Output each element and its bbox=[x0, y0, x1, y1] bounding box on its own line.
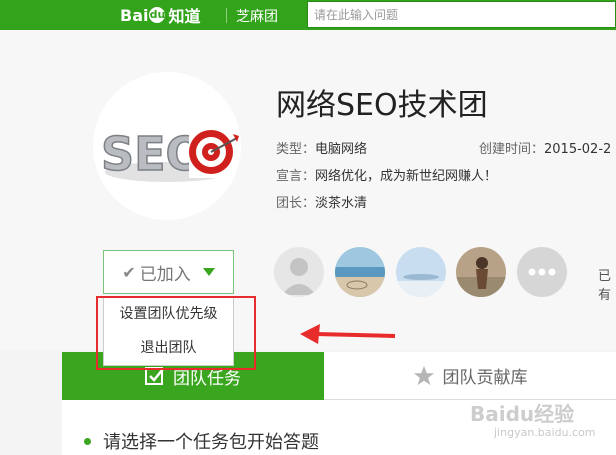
check-icon: ✔ bbox=[122, 262, 136, 282]
slogan-label: 宣言： bbox=[276, 169, 316, 184]
task-prompt: 请选择一个任务包开始答题 bbox=[84, 428, 319, 454]
seo-logo-image: SEO bbox=[93, 72, 241, 220]
joined-dropdown-button[interactable]: ✔ 已加入 bbox=[103, 250, 234, 294]
watermark-url: jingyan.baidu.com bbox=[494, 426, 596, 439]
more-dots-icon bbox=[517, 247, 567, 297]
person-photo bbox=[456, 247, 506, 297]
checkbox-icon bbox=[145, 367, 164, 385]
team-slogan: 宣言：网络优化，成为新世纪网赚人！ bbox=[276, 165, 497, 184]
slogan-value: 网络优化，成为新世纪网赚人！ bbox=[315, 169, 498, 184]
tab-team-contributions[interactable]: 团队贡献库 bbox=[324, 352, 616, 400]
member-avatar-sky[interactable] bbox=[396, 247, 446, 297]
nav-link-team[interactable]: 芝麻团 bbox=[236, 6, 278, 26]
leader-value[interactable]: 淡茶水清 bbox=[315, 196, 367, 211]
joined-label: 已加入 bbox=[139, 264, 191, 285]
search-input[interactable]: 请在此输入问题 bbox=[307, 1, 616, 28]
baidu-jingyan-watermark: Baidu经验 bbox=[470, 402, 575, 426]
team-header bbox=[0, 30, 616, 350]
more-members-button[interactable] bbox=[517, 247, 567, 297]
menu-item-leave-team[interactable]: 退出团队 bbox=[104, 331, 233, 365]
member-count-text: 已有 bbox=[598, 269, 612, 303]
team-avatar: SEO bbox=[93, 72, 241, 220]
team-created: 创建时间：2015-02-2 bbox=[479, 138, 611, 157]
joined-dropdown-menu: 设置团队优先级 退出团队 bbox=[103, 296, 234, 366]
created-label: 创建时间： bbox=[479, 142, 545, 157]
baidu-zhidao-logo[interactable]: Bai du 知道 bbox=[120, 4, 201, 27]
leader-label: 团长： bbox=[276, 196, 316, 211]
created-value: 2015-02-2 bbox=[544, 142, 612, 157]
star-icon bbox=[413, 365, 434, 385]
logo-zhidao-text: 知道 bbox=[168, 7, 201, 26]
bullet-dot-icon bbox=[84, 437, 91, 445]
task-prompt-text: 请选择一个任务包开始答题 bbox=[103, 432, 319, 453]
annotation-arrow-icon bbox=[300, 324, 396, 344]
search-placeholder: 请在此输入问题 bbox=[314, 8, 399, 22]
tab-label: 团队贡献库 bbox=[442, 368, 528, 388]
member-avatar-default[interactable] bbox=[274, 247, 324, 297]
type-label: 类型： bbox=[276, 142, 316, 157]
beach-photo bbox=[335, 247, 385, 297]
tab-label: 团队任务 bbox=[173, 368, 241, 389]
team-type: 类型：电脑网络 bbox=[276, 138, 367, 157]
member-avatar-beach[interactable] bbox=[335, 247, 385, 297]
default-user-icon bbox=[274, 247, 324, 297]
team-name: 网络SEO技术团 bbox=[276, 88, 488, 123]
logo-text: Bai bbox=[120, 5, 149, 25]
member-avatar-person[interactable] bbox=[456, 247, 506, 297]
type-value: 电脑网络 bbox=[315, 142, 368, 157]
menu-item-set-priority[interactable]: 设置团队优先级 bbox=[104, 297, 233, 331]
caret-down-icon bbox=[202, 268, 215, 276]
sky-photo bbox=[396, 247, 446, 297]
team-leader: 团长：淡茶水清 bbox=[276, 192, 367, 211]
paw-icon: du bbox=[149, 7, 166, 23]
nav-divider bbox=[226, 8, 227, 23]
